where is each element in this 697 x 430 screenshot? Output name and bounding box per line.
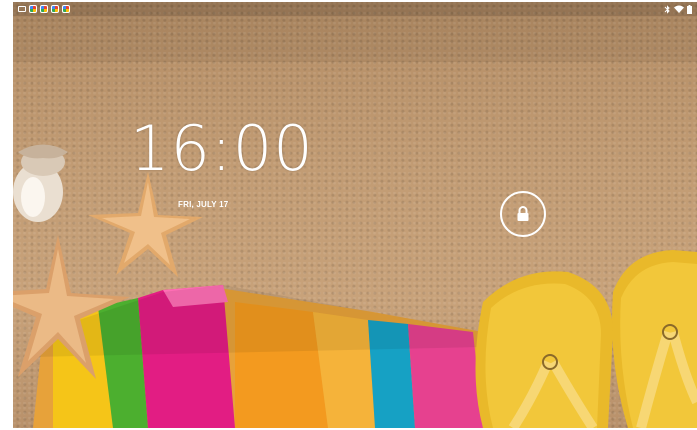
lockscreen-date: FRI, JULY 17 xyxy=(178,200,229,209)
lockscreen-clock: 16:00 xyxy=(130,112,314,185)
wifi-icon xyxy=(674,5,684,13)
starfish xyxy=(88,172,203,277)
notification-icons xyxy=(18,5,70,13)
seashell xyxy=(13,144,68,222)
app-icon xyxy=(40,5,48,13)
app-icon xyxy=(29,5,37,13)
app-icon xyxy=(51,5,59,13)
beach-wallpaper xyxy=(13,2,697,428)
bluetooth-icon xyxy=(664,4,670,14)
lock-screen: 16:00 FRI, JULY 17 xyxy=(13,2,697,428)
unlock-button[interactable] xyxy=(500,191,546,237)
lock-icon xyxy=(517,206,529,221)
screenshot-icon xyxy=(18,6,26,12)
status-bar[interactable] xyxy=(13,2,697,16)
battery-icon xyxy=(687,4,692,14)
app-icon xyxy=(62,5,70,13)
flip-flop xyxy=(612,250,697,428)
flip-flop xyxy=(475,271,613,428)
system-icons xyxy=(664,4,692,14)
